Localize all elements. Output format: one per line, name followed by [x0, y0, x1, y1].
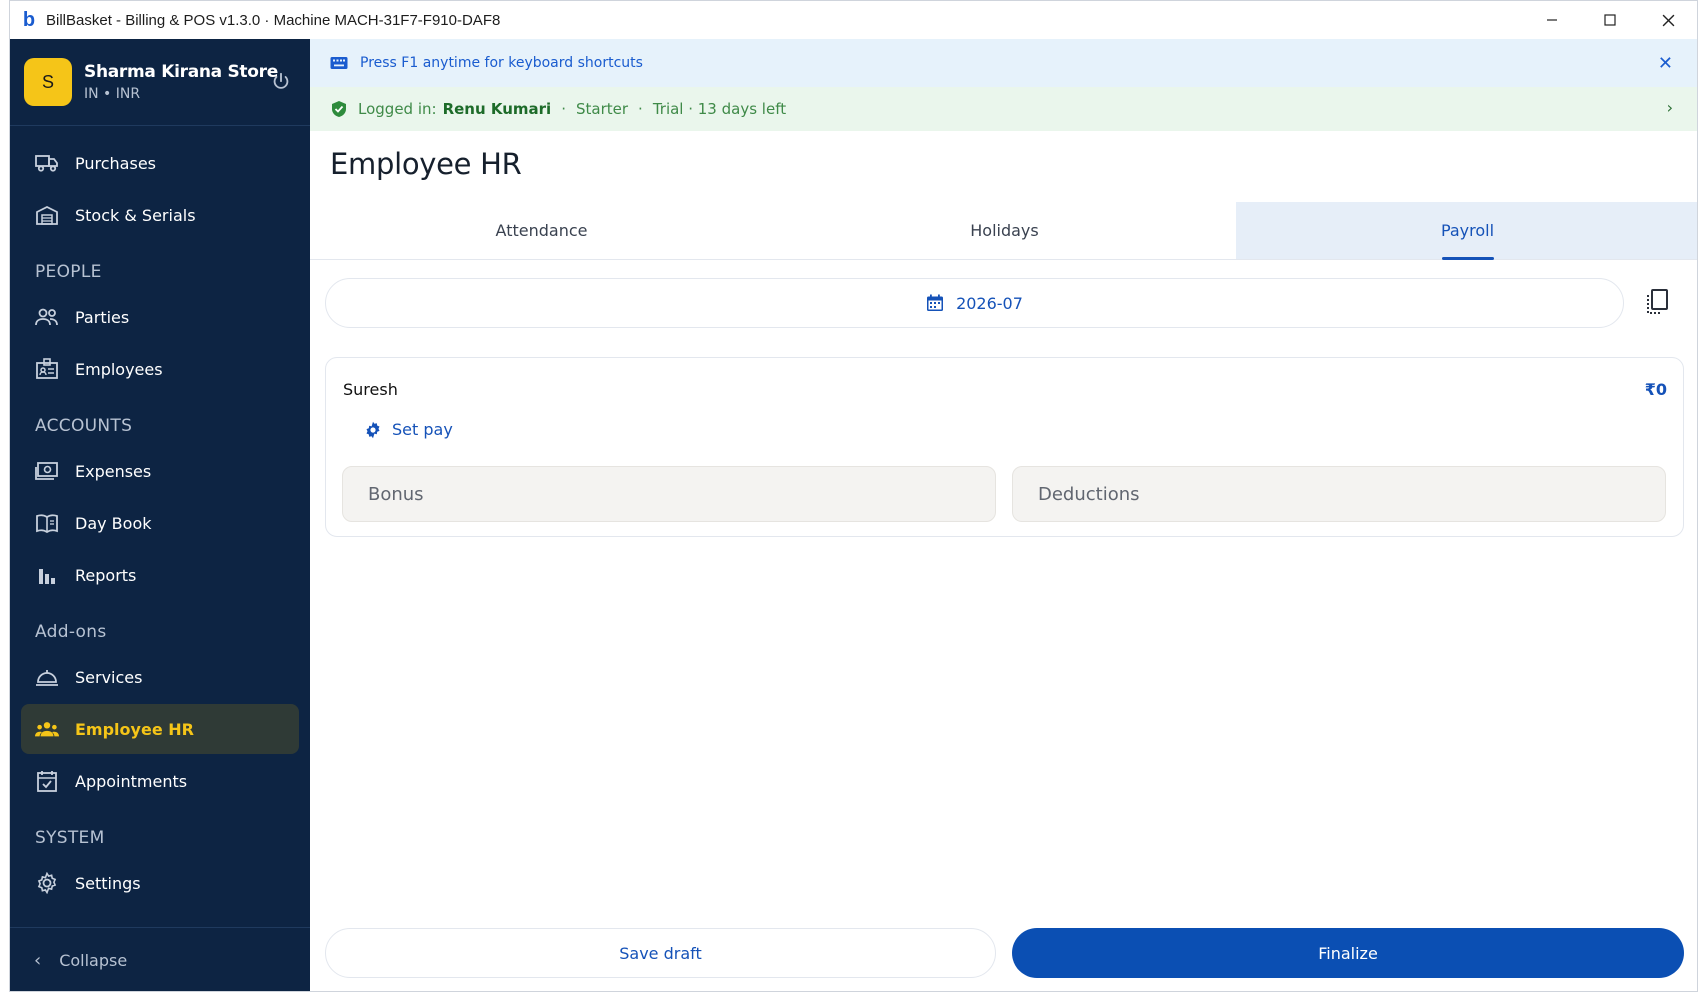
sidebar-item-employee-hr[interactable]: Employee HR [21, 704, 299, 754]
bonus-input[interactable]: Bonus [342, 466, 996, 522]
shortcut-banner: Press F1 anytime for keyboard shortcuts … [310, 39, 1697, 87]
page-title: Employee HR [330, 147, 522, 181]
sidebar-nav: Purchases Stock & Serials PEOPLE Parties [10, 126, 310, 908]
close-icon [1662, 14, 1674, 26]
sidebar-item-label: Services [75, 667, 143, 687]
sidebar-item-parties[interactable]: Parties [21, 292, 299, 342]
sidebar-item-appointments[interactable]: Appointments [21, 756, 299, 806]
title-bar: b BillBasket - Billing & POS v1.3.0 · Ma… [10, 1, 1697, 39]
trial-label: Trial · 13 days left [652, 100, 787, 118]
store-info: Sharma Kirana Store IN • INR [84, 62, 278, 102]
separator-dot: · [638, 100, 643, 118]
tab-attendance[interactable]: Attendance [310, 202, 773, 259]
sidebar-item-label: Purchases [75, 153, 156, 173]
set-pay-button[interactable]: Set pay [364, 420, 453, 439]
calendar-icon [927, 294, 944, 311]
store-header: S Sharma Kirana Store IN • INR [10, 39, 310, 126]
sidebar-item-label: Expenses [75, 461, 152, 481]
desktop-background-right [1698, 0, 1707, 1000]
store-avatar: S [24, 58, 72, 106]
truck-icon [35, 151, 59, 175]
hr-tabs: Attendance Holidays Payroll [310, 202, 1697, 260]
people-icon [35, 305, 59, 329]
chevron-right-icon: › [1666, 98, 1673, 117]
sidebar-item-label: Appointments [75, 771, 188, 791]
maximize-icon [1604, 14, 1616, 26]
chevron-left-icon: ‹ [34, 950, 42, 971]
separator-dot: · [561, 100, 566, 118]
app-logo: b [22, 9, 36, 31]
section-people: PEOPLE [35, 262, 102, 282]
book-icon [35, 511, 59, 535]
calendar-check-icon [35, 769, 59, 793]
shortcut-banner-text: Press F1 anytime for keyboard shortcuts [360, 55, 643, 71]
employee-payroll-card: Suresh ₹0 Set pay Bonus Deductions [325, 357, 1684, 537]
power-icon[interactable] [270, 71, 292, 93]
money-icon [35, 459, 59, 483]
sidebar-item-label: Settings [75, 873, 141, 893]
sidebar-item-label: Day Book [75, 513, 152, 533]
save-draft-button[interactable]: Save draft [325, 928, 996, 978]
month-picker[interactable]: 2026-07 [325, 278, 1624, 328]
store-region: IN • INR [84, 86, 141, 102]
gear-icon [35, 871, 59, 895]
login-user: Renu Kumari [442, 100, 552, 118]
sidebar-item-label: Stock & Serials [75, 205, 196, 225]
badge-icon [35, 357, 59, 381]
finalize-button[interactable]: Finalize [1012, 928, 1684, 978]
sidebar-item-expenses[interactable]: Expenses [21, 446, 299, 496]
gear-icon [366, 421, 380, 438]
minimize-icon [1547, 19, 1557, 21]
minimize-button[interactable] [1523, 1, 1581, 39]
main-content: Press F1 anytime for keyboard shortcuts … [310, 39, 1697, 991]
plan-label: Starter [575, 100, 629, 118]
desktop-background-left [0, 0, 9, 1000]
service-bell-icon [35, 665, 59, 689]
section-add-ons: Add-ons [35, 622, 107, 642]
maximize-button[interactable] [1581, 1, 1639, 39]
set-pay-label: Set pay [392, 420, 453, 439]
warehouse-icon [35, 203, 59, 227]
sidebar-item-label: Parties [75, 307, 130, 327]
sidebar-item-label: Reports [75, 565, 137, 585]
shield-check-icon [332, 101, 346, 117]
sidebar-item-label: Employee HR [75, 719, 194, 739]
login-banner[interactable]: Logged in: Renu Kumari · Starter · Trial… [310, 87, 1697, 131]
window-title: BillBasket - Billing & POS v1.3.0 · Mach… [46, 11, 501, 29]
sidebar-item-services[interactable]: Services [21, 652, 299, 702]
keyboard-icon [330, 57, 348, 69]
sidebar-item-stock-serials[interactable]: Stock & Serials [21, 190, 299, 240]
sidebar-item-label: Employees [75, 359, 163, 379]
groups-icon [35, 717, 59, 741]
section-system: SYSTEM [35, 828, 105, 848]
sidebar-item-reports[interactable]: Reports [21, 550, 299, 600]
sidebar-item-employees[interactable]: Employees [21, 344, 299, 394]
section-accounts: ACCOUNTS [35, 416, 133, 436]
net-pay-amount: ₹0 [1644, 380, 1667, 399]
copy-icon[interactable] [1644, 288, 1670, 316]
window-controls [1523, 1, 1697, 39]
sidebar-item-day-book[interactable]: Day Book [21, 498, 299, 548]
close-window-button[interactable] [1639, 1, 1697, 39]
sidebar-item-purchases[interactable]: Purchases [21, 138, 299, 188]
month-value: 2026-07 [956, 293, 1023, 313]
tab-holidays[interactable]: Holidays [773, 202, 1236, 259]
login-prefix: Logged in: [358, 100, 437, 118]
bar-chart-icon [35, 563, 59, 587]
sidebar: S Sharma Kirana Store IN • INR Purchases [10, 39, 310, 991]
collapse-sidebar-button[interactable]: ‹ Collapse [10, 927, 310, 991]
app-window: b BillBasket - Billing & POS v1.3.0 · Ma… [9, 0, 1698, 992]
close-icon[interactable]: ✕ [1658, 53, 1673, 74]
collapse-label: Collapse [59, 951, 128, 970]
store-name: Sharma Kirana Store [84, 62, 278, 82]
employee-name: Suresh [343, 380, 398, 399]
deductions-input[interactable]: Deductions [1012, 466, 1666, 522]
sidebar-item-settings[interactable]: Settings [21, 858, 299, 908]
tab-payroll[interactable]: Payroll [1236, 202, 1697, 259]
